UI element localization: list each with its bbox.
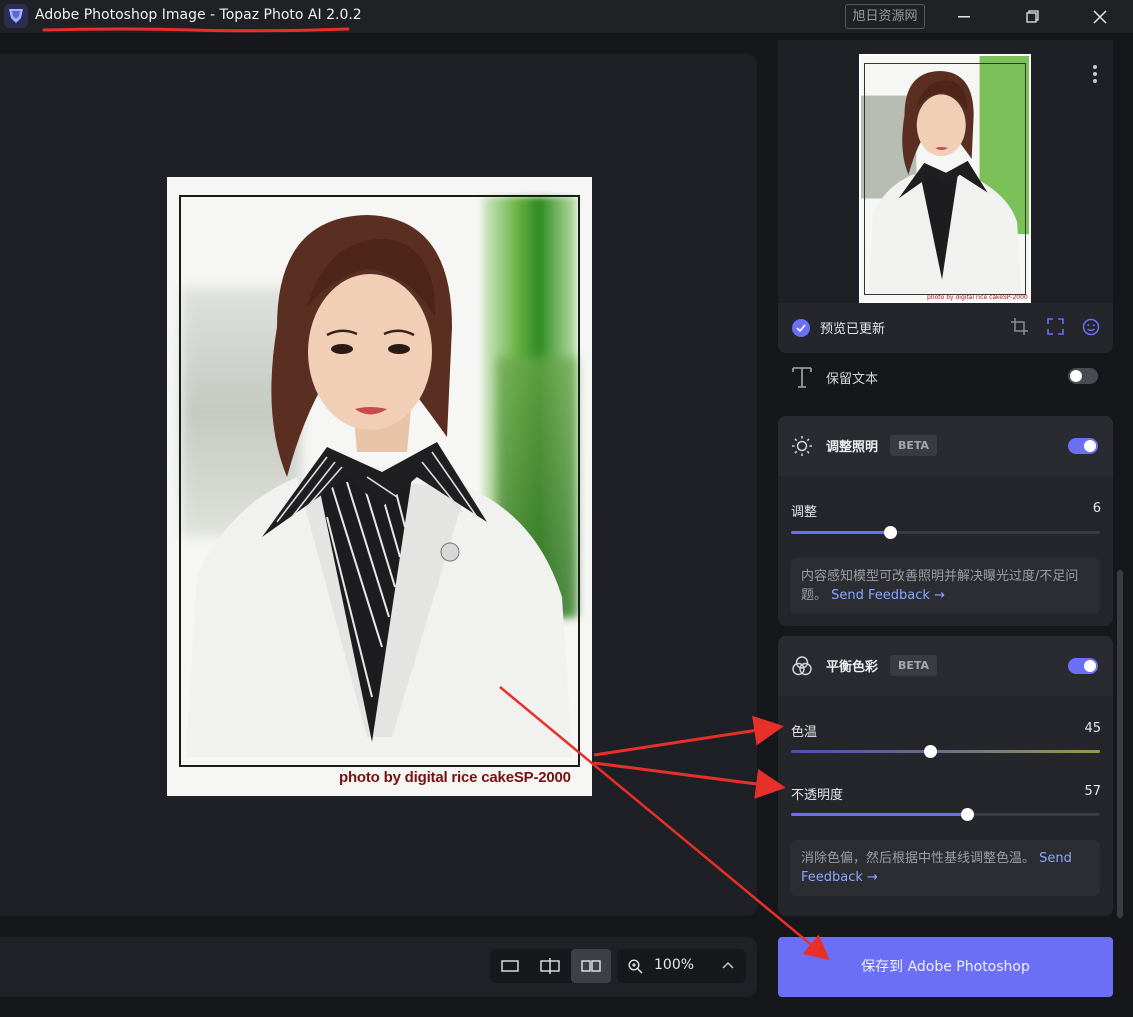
temperature-slider[interactable]: [791, 745, 1100, 758]
restore-icon: [1025, 10, 1039, 23]
adjust-lighting-section: 调整照明 BETA 调整 6 内容感知模型可改善照明并解决曝光过度/不足问题。 …: [778, 416, 1113, 626]
opacity-slider-handle[interactable]: [961, 808, 974, 821]
more-options-icon[interactable]: [1092, 64, 1098, 84]
adjust-slider-label: 调整: [791, 505, 818, 520]
side-by-side-view-button[interactable]: [571, 949, 611, 983]
adjust-slider[interactable]: [791, 526, 1100, 539]
adjust-slider-handle[interactable]: [884, 526, 897, 539]
split-view-icon: [540, 958, 560, 974]
balance-color-info: 消除色偏，然后根据中性基线调整色温。 Send Feedback →: [790, 840, 1100, 896]
minimize-icon: [958, 15, 970, 17]
adjust-lighting-info: 内容感知模型可改善照明并解决曝光过度/不足问题。 Send Feedback →: [790, 558, 1100, 614]
side-by-side-icon: [581, 960, 601, 972]
beta-badge: BETA: [890, 655, 938, 676]
balance-color-header[interactable]: 平衡色彩 BETA: [778, 636, 1113, 696]
preview-status-label: 预览已更新: [820, 322, 886, 337]
topaz-logo-icon: [4, 4, 28, 28]
sun-icon: [792, 436, 812, 456]
thumbnail-area: photo by digital rice cakeSP-2000: [778, 40, 1113, 303]
text-icon: [792, 367, 812, 388]
keep-text-row: 保留文本: [778, 360, 1113, 404]
temperature-label: 色温: [791, 725, 818, 740]
balance-color-description: 消除色偏，然后根据中性基线调整色温。: [801, 851, 1036, 866]
save-to-photoshop-button[interactable]: 保存到 Adobe Photoshop: [778, 937, 1113, 997]
settings-panel: photo by digital rice cakeSP-2000 预览已更新 …: [778, 40, 1113, 920]
bottom-toolbar: 100%: [0, 937, 757, 997]
opacity-value: 57: [1084, 784, 1101, 799]
color-balance-icon: [792, 656, 812, 676]
preview-card: photo by digital rice cakeSP-2000 预览已更新: [778, 40, 1113, 353]
annotation-underline: [42, 27, 350, 33]
balance-color-toggle[interactable]: [1068, 658, 1098, 674]
adjust-lighting-title: 调整照明: [826, 440, 879, 455]
watermark-badge: 旭日资源网: [845, 4, 925, 29]
keep-text-label: 保留文本: [826, 372, 879, 387]
zoom-level: 100%: [654, 957, 695, 973]
temperature-slider-handle[interactable]: [924, 745, 937, 758]
minimize-button[interactable]: [941, 0, 987, 33]
fullscreen-icon[interactable]: [1047, 318, 1064, 335]
panel-scrollbar[interactable]: [1117, 570, 1123, 918]
view-mode-group: [490, 949, 611, 983]
close-icon: [1093, 9, 1107, 24]
adjust-lighting-toggle[interactable]: [1068, 438, 1098, 454]
thumbnail-credit: photo by digital rice cakeSP-2000: [927, 294, 1028, 301]
preview-status: 预览已更新: [792, 318, 885, 337]
close-button[interactable]: [1077, 0, 1123, 33]
photo-credit: photo by digital rice cakeSP-2000: [339, 769, 571, 786]
check-icon: [792, 318, 810, 337]
balance-color-title: 平衡色彩: [826, 660, 879, 675]
adjust-slider-value: 6: [1092, 501, 1101, 516]
adjust-lighting-header[interactable]: 调整照明 BETA: [778, 416, 1113, 476]
beta-badge: BETA: [890, 435, 938, 456]
image-canvas[interactable]: photo by digital rice cakeSP-2000: [0, 54, 757, 916]
face-icon[interactable]: [1082, 318, 1100, 336]
crop-icon[interactable]: [1011, 318, 1028, 335]
split-view-button[interactable]: [530, 949, 570, 983]
keep-text-toggle[interactable]: [1068, 368, 1098, 384]
opacity-label: 不透明度: [791, 788, 844, 803]
balance-color-section: 平衡色彩 BETA 色温 45 不透明度 57 消除色偏，然后根据中性基线调整色…: [778, 636, 1113, 916]
zoom-in-icon: [628, 959, 643, 974]
opacity-slider[interactable]: [791, 808, 1100, 821]
temperature-value: 45: [1084, 721, 1101, 736]
photo-frame: [179, 195, 580, 767]
zoom-control[interactable]: 100%: [617, 949, 746, 983]
preview-thumbnail[interactable]: photo by digital rice cakeSP-2000: [859, 54, 1031, 303]
single-view-button[interactable]: [490, 949, 530, 983]
title-bar: Adobe Photoshop Image - Topaz Photo AI 2…: [0, 0, 1133, 33]
single-view-icon: [501, 960, 519, 972]
photo-preview: photo by digital rice cakeSP-2000: [167, 177, 592, 796]
send-feedback-link[interactable]: Send Feedback →: [831, 588, 945, 603]
window-title: Adobe Photoshop Image - Topaz Photo AI 2…: [35, 7, 362, 23]
restore-button[interactable]: [1009, 0, 1055, 33]
chevron-up-icon[interactable]: [722, 961, 734, 969]
